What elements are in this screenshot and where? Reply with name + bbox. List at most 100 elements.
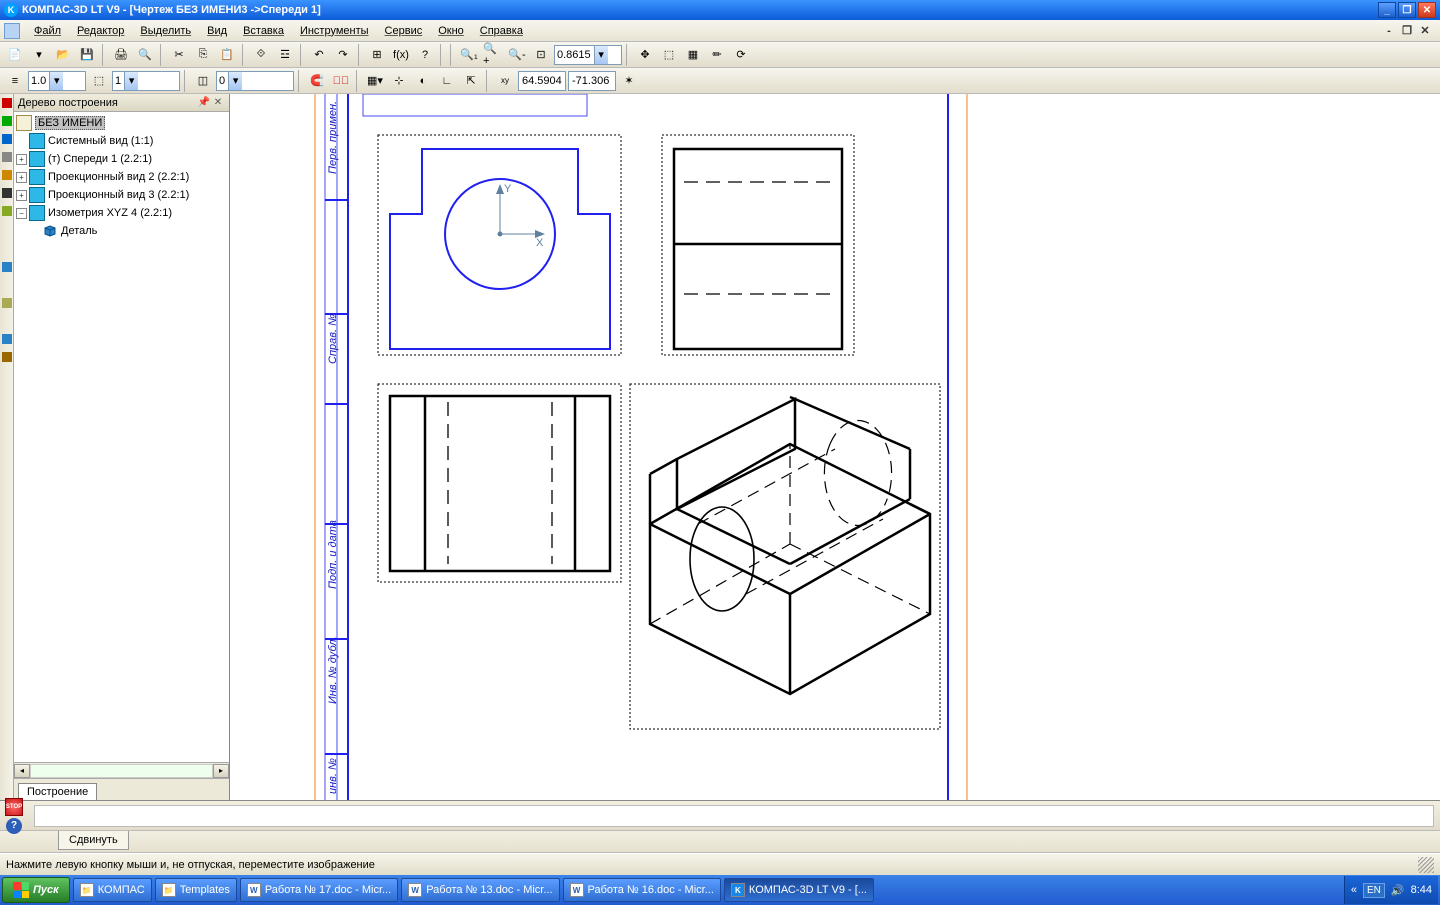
select-icon[interactable] (2, 188, 12, 198)
coord-lock-button[interactable]: ✶ (618, 70, 640, 92)
ortho-button[interactable]: ⊹ (388, 70, 410, 92)
tree-item-isometry[interactable]: − Изометрия XYZ 4 (2.2:1) (14, 204, 229, 222)
task-templates-folder[interactable]: 📁 Templates (155, 878, 237, 902)
layer-button[interactable]: ◫ (192, 70, 214, 92)
menu-help[interactable]: Справка (472, 23, 531, 39)
round-button[interactable]: ◐ (412, 70, 434, 92)
tab-move[interactable]: Сдвинуть (58, 831, 129, 850)
preview-button[interactable]: 🔍 (134, 44, 156, 66)
snap-settings-button[interactable]: ⇱ (460, 70, 482, 92)
tree-root[interactable]: БЕЗ ИМЕНИ (14, 114, 229, 132)
panel-tab-build[interactable]: Построение (18, 783, 97, 800)
undo-button[interactable]: ↶ (308, 44, 330, 66)
context-help-button[interactable]: ? (414, 44, 436, 66)
language-indicator[interactable]: EN (1363, 883, 1385, 898)
minimize-button[interactable]: _ (1378, 2, 1396, 18)
tray-expand-icon[interactable]: « (1351, 884, 1357, 896)
menu-service[interactable]: Сервис (377, 23, 431, 39)
panel-close-icon[interactable]: ✕ (211, 96, 225, 110)
param-icon[interactable] (2, 152, 12, 162)
scroll-left-icon[interactable]: ◂ (14, 764, 30, 778)
save-button[interactable]: 💾 (76, 44, 98, 66)
local-cs-button[interactable]: ∟ (436, 70, 458, 92)
refresh-button[interactable]: ⟳ (730, 44, 752, 66)
task-word-17[interactable]: W Работа № 17.doc - Micr... (240, 878, 398, 902)
spec-icon[interactable] (2, 206, 12, 216)
close-button[interactable]: ✕ (1418, 2, 1436, 18)
new-button[interactable]: 📄 (4, 44, 26, 66)
cut-button[interactable]: ✂ (168, 44, 190, 66)
tree-item-proj-view-2[interactable]: + Проекционный вид 2 (2.2:1) (14, 168, 229, 186)
snap-on-button[interactable]: 🧲 (306, 70, 328, 92)
zoom-scale-button[interactable]: 🔍₁ (458, 44, 480, 66)
maximize-button[interactable]: ❐ (1398, 2, 1416, 18)
fx-button[interactable]: f(x) (390, 44, 412, 66)
pin-icon[interactable]: 📌 (197, 96, 211, 110)
measure-icon[interactable] (2, 170, 12, 180)
menu-window[interactable]: Окно (430, 23, 472, 39)
style-button[interactable]: ≡ (4, 70, 26, 92)
insert-icon[interactable] (2, 352, 12, 362)
resize-grip-icon[interactable] (1418, 857, 1434, 873)
geom-icon[interactable] (2, 98, 12, 108)
redo-button[interactable]: ↷ (332, 44, 354, 66)
doc-minimize[interactable]: - (1382, 24, 1396, 38)
print-button[interactable]: 🖨 (110, 44, 132, 66)
view-combo[interactable]: 1▾ (112, 71, 180, 91)
doc-close[interactable]: ✕ (1418, 24, 1432, 38)
tray-icon[interactable]: 🔊 (1391, 884, 1405, 897)
app-menu-icon[interactable] (4, 23, 20, 39)
tree-item-system-view[interactable]: Системный вид (1:1) (14, 132, 229, 150)
expand-icon[interactable]: + (16, 172, 27, 183)
task-word-13[interactable]: W Работа № 13.doc - Micr... (401, 878, 559, 902)
tree-item-front-view[interactable]: + (т) Спереди 1 (2.2:1) (14, 150, 229, 168)
doc-restore[interactable]: ❐ (1400, 24, 1414, 38)
task-kompas-folder[interactable]: 📁 КОМПАС (73, 878, 152, 902)
menu-view[interactable]: Вид (199, 23, 235, 39)
tree-panel-header[interactable]: Дерево построения 📌 ✕ (14, 94, 229, 112)
zoom-fit-button[interactable]: ▦ (682, 44, 704, 66)
scroll-right-icon[interactable]: ▸ (213, 764, 229, 778)
tree-item-proj-view-3[interactable]: + Проекционный вид 3 (2.2:1) (14, 186, 229, 204)
dim-icon[interactable] (2, 116, 12, 126)
coord-x-field[interactable]: 64.5904 (518, 71, 566, 91)
collapse-icon[interactable]: − (16, 208, 27, 219)
coord-y-field[interactable]: -71.306 (568, 71, 616, 91)
stop-icon[interactable]: STOP (5, 798, 23, 816)
effects-icon[interactable] (2, 298, 12, 308)
views-icon[interactable] (2, 262, 12, 272)
layer-combo[interactable]: 0▾ (216, 71, 294, 91)
snap-off-button[interactable]: 🧲⃠ (330, 70, 352, 92)
zoom-prev-button[interactable]: ⬚ (658, 44, 680, 66)
panel-help-icon[interactable]: ? (6, 818, 22, 834)
task-kompas-app[interactable]: K КОМПАС-3D LT V9 - [... (724, 878, 874, 902)
task-word-16[interactable]: W Работа № 16.doc - Micr... (563, 878, 721, 902)
tree-scrollbar[interactable]: ◂ ▸ (14, 762, 229, 778)
zoom-out-button[interactable]: 🔍- (506, 44, 528, 66)
library-button[interactable]: ⊞ (366, 44, 388, 66)
zoom-window-button[interactable]: ⊡ (530, 44, 552, 66)
paste-button[interactable]: 📋 (216, 44, 238, 66)
assoc-icon[interactable] (2, 334, 12, 344)
menu-tools[interactable]: Инструменты (292, 23, 377, 39)
edit-icon[interactable] (2, 134, 12, 144)
expand-icon[interactable]: + (16, 154, 27, 165)
command-input[interactable] (34, 805, 1434, 827)
pan-button[interactable]: ✥ (634, 44, 656, 66)
expand-icon[interactable]: + (16, 190, 27, 201)
menu-edit[interactable]: Редактор (69, 23, 132, 39)
menu-file[interactable]: Файл (26, 23, 69, 39)
new-dropdown[interactable]: ▾ (28, 44, 50, 66)
menu-select[interactable]: Выделить (132, 23, 199, 39)
line-pick-button[interactable]: ⬚ (88, 70, 110, 92)
menu-insert[interactable]: Вставка (235, 23, 292, 39)
copy-props-button[interactable]: ⟐ (250, 44, 272, 66)
zoom-in-button[interactable]: 🔍+ (482, 44, 504, 66)
drawing-canvas[interactable]: Перв. примен. Справ. № Подп. и дата Инв.… (230, 94, 1440, 800)
open-button[interactable]: 📂 (52, 44, 74, 66)
clock[interactable]: 8:44 (1411, 884, 1432, 896)
line-style-combo[interactable]: 1.0▾ (28, 71, 86, 91)
tree-body[interactable]: БЕЗ ИМЕНИ Системный вид (1:1) + (т) Спер… (14, 112, 229, 762)
redraw-button[interactable]: ✏ (706, 44, 728, 66)
zoom-combo[interactable]: 0.8615▾ (554, 45, 622, 65)
